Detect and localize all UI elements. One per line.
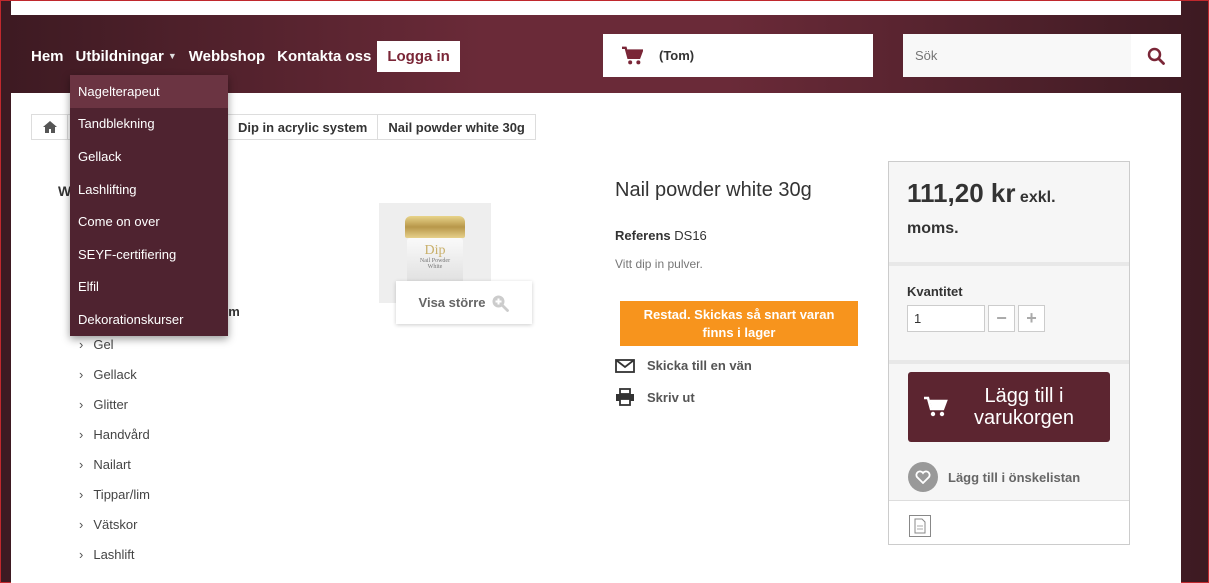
quantity-section: Kvantitet − + xyxy=(889,274,1129,364)
wishlist-link[interactable]: Lägg till i önskelistan xyxy=(908,462,1080,492)
quantity-label: Kvantitet xyxy=(907,284,963,299)
dropdown-item-elfil[interactable]: Elfil xyxy=(70,271,228,304)
nav-item-utbildningar[interactable]: Utbildningar ▼ xyxy=(76,48,177,65)
dropdown-item-come-on-over[interactable]: Come on over xyxy=(70,205,228,238)
heart-icon xyxy=(915,470,931,484)
send-to-friend-label: Skicka till en vän xyxy=(647,358,752,373)
jar-brand: Dip xyxy=(424,243,446,258)
reference-label: Referens xyxy=(615,228,671,243)
document-icon[interactable] xyxy=(909,515,931,537)
search-bar xyxy=(903,34,1181,77)
chevron-right-icon: › xyxy=(79,546,84,562)
top-strip xyxy=(11,1,1181,15)
utbildningar-dropdown-menu: Nagelterapeut Tandblekning Gellack Lashl… xyxy=(70,75,228,336)
zoom-in-icon xyxy=(492,295,510,312)
cart-label: (Tom) xyxy=(659,48,695,63)
dropdown-item-tandblekning[interactable]: Tandblekning xyxy=(70,108,228,141)
zoom-label: Visa större xyxy=(418,295,486,310)
chevron-right-icon: › xyxy=(79,396,84,412)
wishlist-label: Lägg till i önskelistan xyxy=(948,469,1081,485)
category-label: Nailart xyxy=(93,456,131,472)
add-to-cart-label: Lägg till i varukorgen xyxy=(973,385,1075,429)
dropdown-item-nagelterapeut[interactable]: Nagelterapeut xyxy=(70,75,228,108)
search-icon xyxy=(1147,47,1165,65)
chevron-right-icon: › xyxy=(79,456,84,472)
dropdown-item-lashlifting[interactable]: Lashlifting xyxy=(70,173,228,206)
search-input[interactable] xyxy=(903,34,1131,77)
product-title: Nail powder white 30g xyxy=(615,179,812,201)
envelope-icon xyxy=(615,358,635,373)
price-suffix: exkl. xyxy=(1019,189,1056,206)
nav-label: Utbildningar xyxy=(75,47,164,65)
quantity-decrease-button[interactable]: − xyxy=(988,305,1015,332)
price-suffix-line2: moms. xyxy=(907,220,959,237)
category-item[interactable]: › Lashlift xyxy=(79,539,150,569)
category-label: Gel xyxy=(93,336,114,352)
file-icon xyxy=(914,518,926,534)
chevron-right-icon: › xyxy=(79,516,84,532)
nav-label: Webbshop xyxy=(188,47,266,65)
breadcrumb-item-current: Nail powder white 30g xyxy=(388,119,525,135)
chevron-right-icon: › xyxy=(79,336,84,352)
product-price: 111,20 kr xyxy=(907,178,1016,208)
page-background: Hem Utbildningar ▼ Webbshop Kontakta oss … xyxy=(0,0,1209,583)
caret-down-icon: ▼ xyxy=(167,51,177,61)
send-to-friend-link[interactable]: Skicka till en vän xyxy=(615,358,752,373)
category-item[interactable]: › Gellack xyxy=(79,359,150,389)
category-label: Glitter xyxy=(93,396,129,412)
category-label: Lashlift xyxy=(93,546,135,562)
dropdown-item-dekorationskurser[interactable]: Dekorationskurser xyxy=(70,303,228,336)
quantity-input[interactable] xyxy=(907,305,985,332)
chevron-right-icon: › xyxy=(79,486,84,502)
zoom-button[interactable]: Visa större xyxy=(396,281,532,324)
category-item[interactable]: › Handvård xyxy=(79,419,150,449)
category-label: Gellack xyxy=(93,366,137,382)
category-item[interactable]: › Glitter xyxy=(79,389,150,419)
breadcrumb-home[interactable] xyxy=(32,115,68,139)
nav-label: Kontakta oss xyxy=(277,47,372,65)
nav-label: Hem xyxy=(31,47,64,65)
search-button[interactable] xyxy=(1131,34,1181,77)
product-reference: Referens DS16 xyxy=(615,228,707,243)
price-section: 111,20 kr exkl. moms. xyxy=(889,162,1129,266)
product-jar-image: Dip Nail Powder White xyxy=(402,216,468,290)
print-link[interactable]: Skriv ut xyxy=(615,388,695,406)
category-list: › Gel › Gellack › Glitter › Handvård › Nailar… xyxy=(79,329,150,569)
chevron-right-icon: › xyxy=(79,426,84,442)
quantity-increase-button[interactable]: + xyxy=(1018,305,1045,332)
login-button[interactable]: Logga in xyxy=(377,40,460,72)
category-label: Handvård xyxy=(93,426,150,442)
category-item[interactable]: › Vätskor xyxy=(79,509,150,539)
product-description: Vitt dip in pulver. xyxy=(615,257,703,271)
cart-block[interactable]: (Tom) xyxy=(603,34,873,77)
category-label: Vätskor xyxy=(93,516,138,532)
quantity-row: − + xyxy=(907,305,1111,332)
chevron-right-icon: › xyxy=(79,366,84,382)
availability-badge: Restad. Skickas så snart varan finns i l… xyxy=(620,301,858,346)
home-icon xyxy=(42,121,57,133)
shopping-cart-icon xyxy=(924,396,948,417)
wishlist-icon-circle xyxy=(908,462,938,492)
print-label: Skriv ut xyxy=(647,389,695,405)
jar-line2: White xyxy=(427,264,443,270)
category-item[interactable]: › Nailart xyxy=(79,449,150,479)
nav-item-hem[interactable]: Hem xyxy=(31,48,64,65)
printer-icon xyxy=(616,388,634,406)
shopping-cart-icon xyxy=(622,46,643,64)
jar-lid xyxy=(405,216,465,238)
main-nav: Hem Utbildningar ▼ Webbshop Kontakta oss … xyxy=(31,40,460,72)
add-to-cart-button[interactable]: Lägg till i varukorgen xyxy=(908,372,1110,442)
dropdown-item-seyf-certifiering[interactable]: SEYF-certifiering xyxy=(70,238,228,271)
dropdown-item-gellack[interactable]: Gellack xyxy=(70,140,228,173)
category-item[interactable]: › Tippar/lim xyxy=(79,479,150,509)
nav-item-webbshop[interactable]: Webbshop xyxy=(189,48,265,65)
nav-item-kontakta-oss[interactable]: Kontakta oss xyxy=(277,48,371,65)
reference-value: DS16 xyxy=(674,228,707,243)
buy-box: 111,20 kr exkl. moms. Kvantitet − + xyxy=(888,161,1130,545)
jar-label: Dip Nail Powder White xyxy=(407,243,463,271)
category-label: Tippar/lim xyxy=(93,486,150,502)
breadcrumb-item-category[interactable]: Dip in acrylic system xyxy=(228,115,379,139)
attachment-section xyxy=(889,500,1129,544)
